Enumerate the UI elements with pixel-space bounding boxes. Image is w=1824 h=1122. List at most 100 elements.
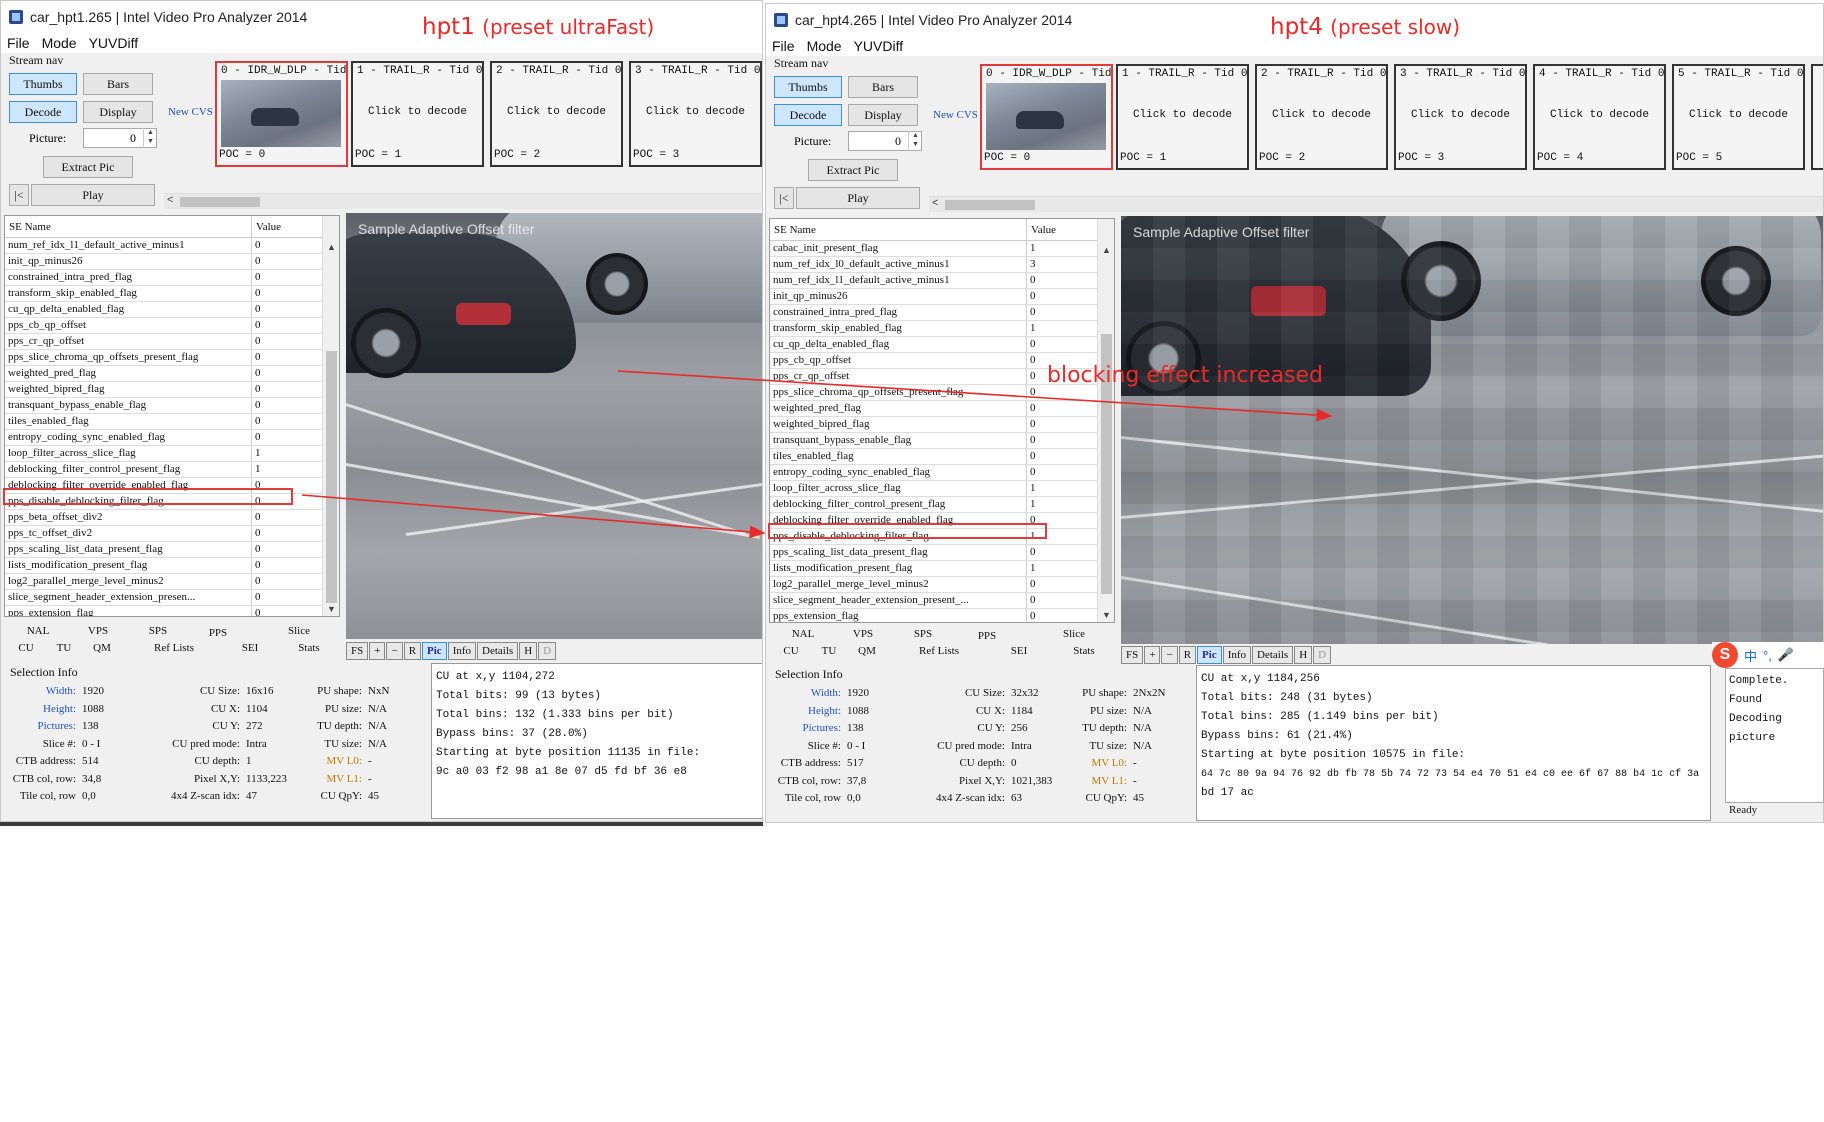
table-row[interactable]: constrained_intra_pred_flag 0 [770, 305, 1114, 321]
table-row[interactable]: weighted_bipred_flag 0 [5, 382, 339, 398]
table-scrollbar[interactable]: ▲ ▼ [1097, 219, 1114, 622]
h-button[interactable]: H [519, 642, 538, 660]
thumbnail-partial[interactable] [1811, 64, 1823, 170]
table-row[interactable]: deblocking_filter_control_present_flag 1 [5, 462, 339, 478]
table-row[interactable]: entropy_coding_sync_enabled_flag 0 [770, 465, 1114, 481]
tab-sei[interactable]: SEI [999, 645, 1039, 657]
tab-nal[interactable]: NAL [8, 625, 68, 637]
tab-vps[interactable]: VPS [833, 628, 893, 640]
table-row[interactable]: transform_skip_enabled_flag 0 [5, 286, 339, 302]
table-row[interactable]: transquant_bypass_enable_flag 0 [770, 433, 1114, 449]
table-row[interactable]: pps_beta_offset_div2 0 [5, 510, 339, 526]
table-row[interactable]: loop_filter_across_slice_flag 1 [5, 446, 339, 462]
tab-pps[interactable]: PPS [188, 627, 248, 639]
scrollbar-thumb[interactable] [180, 197, 260, 207]
scroll-up-icon[interactable]: ▲ [1098, 245, 1114, 255]
reset-button[interactable]: R [1178, 646, 1197, 664]
thumbnail-3[interactable]: 3 - TRAIL_R - Tid 0 Click to decode POC … [629, 61, 762, 167]
table-row[interactable]: pps_cr_qp_offset 0 [5, 334, 339, 350]
table-row[interactable]: entropy_coding_sync_enabled_flag 0 [5, 430, 339, 446]
info-button[interactable]: Info [1222, 646, 1252, 664]
pic-button[interactable]: Pic [1197, 646, 1222, 664]
thumbs-button[interactable]: Thumbs [9, 73, 77, 95]
ime-punct-icon[interactable]: °, [1763, 648, 1772, 663]
thumbnail-2[interactable]: 2 - TRAIL_R - Tid 0 Click to decode POC … [490, 61, 623, 167]
table-row[interactable]: num_ref_idx_l1_default_active_minus1 0 [770, 273, 1114, 289]
tab-stats[interactable]: Stats [1059, 645, 1109, 657]
table-row[interactable]: pps_scaling_list_data_present_flag 0 [770, 545, 1114, 561]
display-button[interactable]: Display [848, 104, 918, 126]
menu-yuvdiff[interactable]: YUVDiff [854, 38, 904, 54]
thumbnail-1[interactable]: 1 - TRAIL_R - Tid 0 Click to decode POC … [1116, 64, 1249, 170]
decoded-picture-view[interactable]: Sample Adaptive Offset filter [1121, 216, 1823, 644]
scroll-down-icon[interactable]: ▼ [1098, 610, 1114, 620]
tab-sei[interactable]: SEI [230, 642, 270, 654]
tab-qm[interactable]: QM [849, 645, 885, 657]
pic-button[interactable]: Pic [422, 642, 447, 660]
h-button[interactable]: H [1294, 646, 1313, 664]
zoom-out-button[interactable]: − [386, 642, 403, 660]
thumbs-button[interactable]: Thumbs [774, 76, 842, 98]
table-row[interactable]: pps_scaling_list_data_present_flag 0 [5, 542, 339, 558]
table-row[interactable]: pps_extension_flag 0 [770, 609, 1114, 622]
thumbnail-5[interactable]: 5 - TRAIL_R - Tid 0 Click to decode POC … [1672, 64, 1805, 170]
tab-ref-lists[interactable]: Ref Lists [899, 645, 979, 657]
table-row[interactable]: num_ref_idx_l0_default_active_minus1 3 [770, 257, 1114, 273]
tab-slice[interactable]: Slice [264, 625, 334, 637]
details-button[interactable]: Details [1252, 646, 1294, 664]
menu-file[interactable]: File [7, 35, 30, 51]
decode-button[interactable]: Decode [774, 104, 842, 126]
ime-chinese-icon[interactable]: 中 [1744, 646, 1757, 665]
thumbnail-0[interactable]: 0 - IDR_W_DLP - Tid 0 POC = 0 [215, 61, 360, 167]
zoom-in-button[interactable]: + [1144, 646, 1161, 664]
bars-button[interactable]: Bars [848, 76, 918, 98]
picture-spinner[interactable]: ▲ ▼ [143, 128, 157, 148]
menu-mode[interactable]: Mode [42, 35, 77, 51]
picture-spinner[interactable]: ▲ ▼ [908, 131, 922, 151]
table-row[interactable]: slice_segment_header_extension_present_.… [770, 593, 1114, 609]
table-row[interactable]: lists_modification_present_flag 0 [5, 558, 339, 574]
play-button[interactable]: Play [796, 187, 920, 209]
table-row[interactable]: deblocking_filter_control_present_flag 1 [770, 497, 1114, 513]
extract-pic-button[interactable]: Extract Pic [808, 159, 898, 181]
table-row[interactable]: transquant_bypass_enable_flag 0 [5, 398, 339, 414]
thumbs-scrollbar[interactable]: < [929, 196, 1823, 212]
zoom-out-button[interactable]: − [1161, 646, 1178, 664]
decoded-picture-view[interactable]: Sample Adaptive Offset filter [346, 213, 762, 639]
menu-file[interactable]: File [772, 38, 795, 54]
scroll-left-icon[interactable]: < [932, 197, 938, 209]
tab-nal[interactable]: NAL [773, 628, 833, 640]
table-row[interactable]: constrained_intra_pred_flag 0 [5, 270, 339, 286]
thumbs-scrollbar[interactable]: < [164, 193, 762, 209]
display-button[interactable]: Display [83, 101, 153, 123]
fs-button[interactable]: FS [346, 642, 369, 660]
table-row[interactable]: tiles_enabled_flag 0 [5, 414, 339, 430]
table-row[interactable]: pps_slice_chroma_qp_offsets_present_flag… [5, 350, 339, 366]
table-row[interactable]: slice_segment_header_extension_presen...… [5, 590, 339, 606]
extract-pic-button[interactable]: Extract Pic [43, 156, 133, 178]
thumbnail-0[interactable]: 0 - IDR_W_DLP - Tid 0 POC = 0 [980, 64, 1125, 170]
table-row[interactable]: weighted_pred_flag 0 [770, 401, 1114, 417]
ime-toolbar[interactable]: S 中 °, 🎤 [1712, 642, 1824, 668]
table-row[interactable]: pps_cb_qp_offset 0 [5, 318, 339, 334]
tab-cu[interactable]: CU [773, 645, 809, 657]
tab-stats[interactable]: Stats [284, 642, 334, 654]
table-row[interactable]: log2_parallel_merge_level_minus2 0 [770, 577, 1114, 593]
table-row[interactable]: init_qp_minus26 0 [5, 254, 339, 270]
tab-slice[interactable]: Slice [1039, 628, 1109, 640]
thumbnail-4[interactable]: 4 - TRAIL_R - Tid 0 Click to decode POC … [1533, 64, 1666, 170]
menu-mode[interactable]: Mode [807, 38, 842, 54]
zoom-in-button[interactable]: + [369, 642, 386, 660]
table-row[interactable]: pps_tc_offset_div2 0 [5, 526, 339, 542]
tab-sps[interactable]: SPS [893, 628, 953, 640]
scrollbar-thumb[interactable] [326, 351, 337, 603]
table-row[interactable]: cu_qp_delta_enabled_flag 0 [5, 302, 339, 318]
table-scrollbar[interactable]: ▲ ▼ [322, 216, 339, 616]
table-row[interactable]: log2_parallel_merge_level_minus2 0 [5, 574, 339, 590]
play-button[interactable]: Play [31, 184, 155, 206]
tab-ref-lists[interactable]: Ref Lists [134, 642, 214, 654]
table-row[interactable]: weighted_pred_flag 0 [5, 366, 339, 382]
first-frame-button[interactable]: |< [774, 187, 794, 209]
fs-button[interactable]: FS [1121, 646, 1144, 664]
table-row[interactable]: cu_qp_delta_enabled_flag 0 [770, 337, 1114, 353]
